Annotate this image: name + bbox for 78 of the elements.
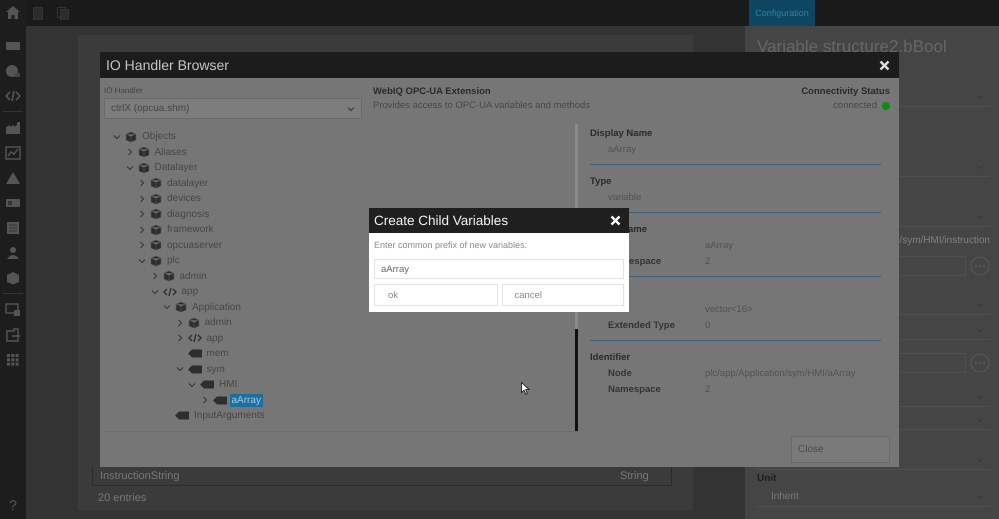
dialog-title: IO Handler Browser bbox=[106, 57, 229, 73]
list-icon[interactable] bbox=[5, 221, 21, 235]
chevron-icon[interactable] bbox=[176, 334, 184, 342]
table-cell-text: String bbox=[619, 470, 650, 482]
chevron-icon[interactable] bbox=[113, 132, 121, 141]
cube-icon bbox=[138, 162, 150, 174]
tag-icon bbox=[212, 396, 226, 405]
property-label: Namespace bbox=[608, 383, 662, 397]
cube-icon bbox=[150, 254, 162, 267]
io-handler-select[interactable]: ctrlX (opcua.shm) bbox=[104, 98, 362, 119]
chevron-icon[interactable] bbox=[138, 256, 146, 265]
cube-icon bbox=[138, 146, 150, 158]
chart-icon[interactable] bbox=[5, 146, 21, 160]
factory-icon[interactable] bbox=[5, 121, 21, 135]
chevron-icon[interactable] bbox=[200, 396, 208, 404]
keyboard-icon[interactable] bbox=[5, 39, 21, 53]
chevron-icon[interactable] bbox=[126, 148, 134, 156]
table-cell-text: InstructionString bbox=[99, 470, 180, 482]
documents-icon[interactable] bbox=[57, 6, 69, 20]
home-icon[interactable] bbox=[6, 6, 20, 19]
tag-icon bbox=[200, 380, 214, 390]
prompt-text: Enter common prefix of new variables: bbox=[374, 239, 528, 251]
chevron-icon[interactable] bbox=[150, 272, 158, 280]
close-icon[interactable] bbox=[879, 60, 890, 70]
monitor-icon[interactable] bbox=[5, 303, 21, 317]
chevron-icon[interactable] bbox=[138, 210, 146, 218]
property-heading: ame bbox=[627, 223, 648, 237]
configuration-tab[interactable]: Configuration bbox=[749, 0, 815, 26]
chevron-icon[interactable] bbox=[188, 380, 196, 389]
property-heading: Type bbox=[590, 175, 612, 189]
extension-title: WebIQ OPC-UA Extension bbox=[373, 86, 492, 97]
tag-icon bbox=[188, 349, 202, 358]
tree-item[interactable]: aArray bbox=[230, 394, 263, 407]
chevron-icon[interactable] bbox=[163, 303, 171, 312]
chevron-icon[interactable] bbox=[150, 288, 158, 296]
property-label: Extended Type bbox=[608, 319, 676, 333]
cube-icon bbox=[150, 224, 162, 236]
grid-icon[interactable] bbox=[5, 353, 21, 367]
chevron-icon[interactable] bbox=[347, 104, 355, 112]
property-label: Node bbox=[608, 367, 633, 381]
cube-icon[interactable] bbox=[5, 271, 21, 285]
warning-icon[interactable] bbox=[5, 171, 21, 185]
prefix-input[interactable]: aArray bbox=[374, 259, 624, 279]
cube-icon bbox=[188, 316, 200, 329]
dialog-title: Create Child Variables bbox=[374, 213, 508, 228]
cube-icon bbox=[175, 301, 187, 314]
chevron-icon[interactable] bbox=[138, 226, 146, 234]
ok-button[interactable]: ok bbox=[374, 284, 498, 306]
code-icon bbox=[162, 286, 176, 297]
chevron-icon[interactable] bbox=[138, 241, 146, 250]
property-label: espace bbox=[628, 255, 662, 269]
path-value: /sym/HMI/instruction bbox=[899, 234, 990, 246]
entries-count: 20 entries bbox=[98, 492, 148, 504]
tag-icon bbox=[175, 411, 189, 420]
help-button[interactable]: ? bbox=[9, 497, 17, 513]
cube-icon bbox=[125, 130, 137, 143]
chevron-icon[interactable] bbox=[138, 194, 146, 203]
cube-icon bbox=[150, 177, 162, 190]
card-icon[interactable] bbox=[5, 196, 21, 210]
code-icon bbox=[188, 333, 202, 344]
connectivity-label: Connectivity Status bbox=[801, 86, 890, 97]
user-icon[interactable] bbox=[5, 246, 21, 260]
document-icon[interactable] bbox=[33, 6, 43, 20]
cursor-icon bbox=[521, 382, 530, 395]
cube-icon bbox=[150, 239, 162, 252]
chevron-icon[interactable] bbox=[176, 365, 184, 374]
code-icon[interactable] bbox=[5, 89, 21, 103]
cube-icon bbox=[150, 192, 162, 205]
cube-icon bbox=[150, 208, 162, 220]
tag-icon bbox=[188, 364, 202, 374]
property-heading: Display Name bbox=[590, 127, 654, 141]
chevron-icon[interactable] bbox=[138, 179, 146, 188]
chevron-icon[interactable] bbox=[176, 318, 184, 327]
property-heading: Identifier bbox=[590, 351, 632, 365]
chevron-icon[interactable] bbox=[126, 164, 134, 172]
export-icon[interactable] bbox=[5, 328, 21, 342]
cancel-button[interactable]: cancel bbox=[502, 284, 624, 306]
cube-icon bbox=[162, 270, 174, 282]
